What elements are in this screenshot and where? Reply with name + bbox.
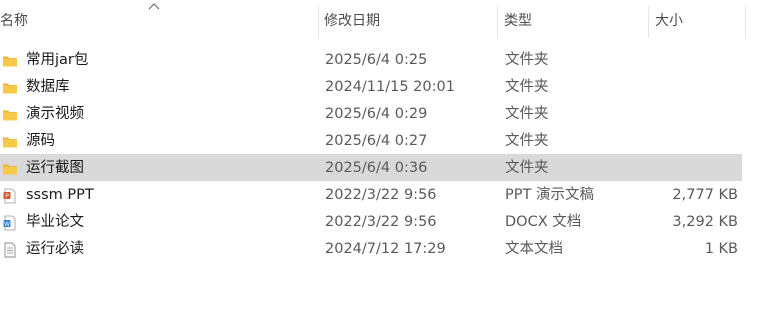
folder-icon (2, 78, 18, 94)
column-header-size[interactable]: 大小 (655, 0, 745, 40)
file-name: 数据库 (26, 79, 70, 95)
column-header-date[interactable]: 修改日期 (324, 0, 496, 40)
folder-row[interactable]: 源码 2025/6/4 0:27 文件夹 (0, 127, 742, 154)
folder-row[interactable]: 数据库 2024/11/15 20:01 文件夹 (0, 73, 742, 100)
file-size: 2,777 KB (672, 187, 738, 203)
folder-row[interactable]: 运行截图 2025/6/4 0:36 文件夹 (0, 154, 742, 181)
file-type: DOCX 文档 (505, 214, 582, 230)
file-name: 运行截图 (26, 160, 84, 176)
folder-icon (2, 159, 18, 175)
file-modified-date: 2024/7/12 17:29 (325, 241, 446, 257)
file-type: 文件夹 (505, 160, 549, 176)
file-name: 源码 (26, 133, 55, 149)
file-modified-date: 2025/6/4 0:25 (325, 52, 428, 68)
file-type: 文件夹 (505, 133, 549, 149)
file-name: sssm PPT (26, 187, 94, 203)
word-file-icon: W (2, 213, 18, 231)
file-modified-date: 2025/6/4 0:36 (325, 160, 428, 176)
file-modified-date: 2025/6/4 0:27 (325, 133, 428, 149)
file-row[interactable]: 运行必读 2024/7/12 17:29 文本文档 1 KB (0, 235, 742, 262)
column-header-bar: 名称 修改日期 类型 大小 (0, 0, 758, 40)
file-modified-date: 2025/6/4 0:29 (325, 106, 428, 122)
file-type: 文件夹 (505, 79, 549, 95)
file-type: PPT 演示文稿 (505, 187, 594, 203)
file-type: 文本文档 (505, 241, 563, 257)
file-modified-date: 2022/3/22 9:56 (325, 187, 437, 203)
folder-icon (2, 132, 18, 148)
folder-row[interactable]: 常用jar包 2025/6/4 0:25 文件夹 (0, 46, 742, 73)
file-name: 演示视频 (26, 106, 84, 122)
file-name: 毕业论文 (26, 214, 84, 230)
folder-icon (2, 105, 18, 121)
column-header-name[interactable]: 名称 (0, 0, 318, 40)
file-size: 1 KB (704, 241, 738, 257)
column-divider[interactable] (745, 6, 746, 38)
file-list-view: 名称 修改日期 类型 大小 常用jar包 2025/6/4 0:25 文件夹 数据库 2… (0, 0, 758, 328)
folder-row[interactable]: 演示视频 2025/6/4 0:29 文件夹 (0, 100, 742, 127)
text-file-icon (2, 240, 18, 258)
svg-text:P: P (5, 193, 9, 200)
folder-icon (2, 51, 18, 67)
file-type: 文件夹 (505, 52, 549, 68)
column-divider[interactable] (497, 6, 498, 38)
file-row[interactable]: Psssm PPT 2022/3/22 9:56 PPT 演示文稿 2,777 KB (0, 181, 742, 208)
column-header-type[interactable]: 类型 (504, 0, 644, 40)
svg-text:W: W (4, 221, 10, 228)
file-rows: 常用jar包 2025/6/4 0:25 文件夹 数据库 2024/11/15 20:0… (0, 46, 758, 262)
column-divider[interactable] (318, 6, 319, 38)
file-name: 运行必读 (26, 241, 84, 257)
file-name: 常用jar包 (26, 52, 89, 68)
file-size: 3,292 KB (672, 214, 738, 230)
file-type: 文件夹 (505, 106, 549, 122)
file-modified-date: 2022/3/22 9:56 (325, 214, 437, 230)
file-modified-date: 2024/11/15 20:01 (325, 79, 455, 95)
ppt-file-icon: P (2, 186, 18, 204)
column-divider[interactable] (648, 6, 649, 38)
file-row[interactable]: W 毕业论文 2022/3/22 9:56 DOCX 文档 3,292 KB (0, 208, 742, 235)
